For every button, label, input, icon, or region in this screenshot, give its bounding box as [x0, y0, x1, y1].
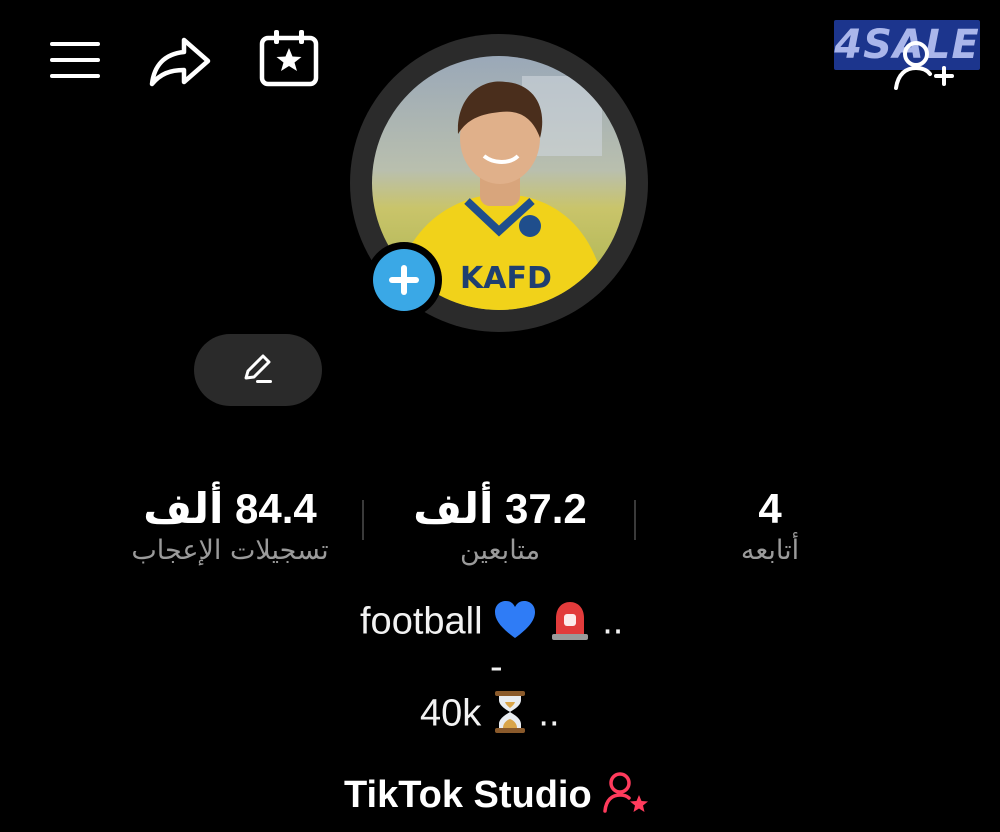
share-icon[interactable]	[148, 34, 212, 88]
followers-count[interactable]: 37.2 ألف	[390, 488, 610, 530]
menu-icon[interactable]	[48, 38, 102, 82]
bio-tail: ..	[538, 692, 560, 735]
plus-icon	[373, 249, 435, 311]
tiktok-studio-link[interactable]: TikTok Studio	[344, 772, 664, 818]
likes-label[interactable]: تسجيلات الإعجاب	[60, 537, 400, 564]
stats-divider	[634, 500, 636, 540]
handle-redacted	[426, 404, 586, 444]
following-count[interactable]: 4	[720, 488, 820, 530]
hourglass-icon	[492, 690, 528, 741]
bio-line: football ..	[360, 598, 623, 649]
pencil-icon	[240, 350, 276, 390]
edit-profile-button[interactable]	[194, 334, 322, 406]
bio-text: football	[360, 600, 483, 643]
tiktok-studio-label: TikTok Studio	[344, 773, 592, 816]
person-star-icon	[602, 771, 652, 819]
bio-tail: ..	[602, 600, 624, 643]
add-friend-icon[interactable]	[892, 40, 956, 92]
siren-icon	[548, 598, 592, 649]
bio-line: -	[490, 646, 503, 688]
username-redacted	[362, 340, 662, 396]
stats-divider	[362, 500, 364, 540]
bio-line: 40k ..	[420, 690, 560, 741]
likes-count[interactable]: 84.4 ألف	[110, 488, 350, 530]
add-avatar-button[interactable]	[366, 242, 442, 318]
following-label[interactable]: أتابعه	[690, 537, 850, 564]
followers-label[interactable]: متابعين	[400, 537, 600, 564]
blue-heart-icon	[493, 600, 537, 647]
bio-text: 40k	[420, 692, 482, 735]
calendar-star-icon[interactable]	[258, 28, 320, 88]
svg-text:KAFD: KAFD	[460, 261, 552, 296]
